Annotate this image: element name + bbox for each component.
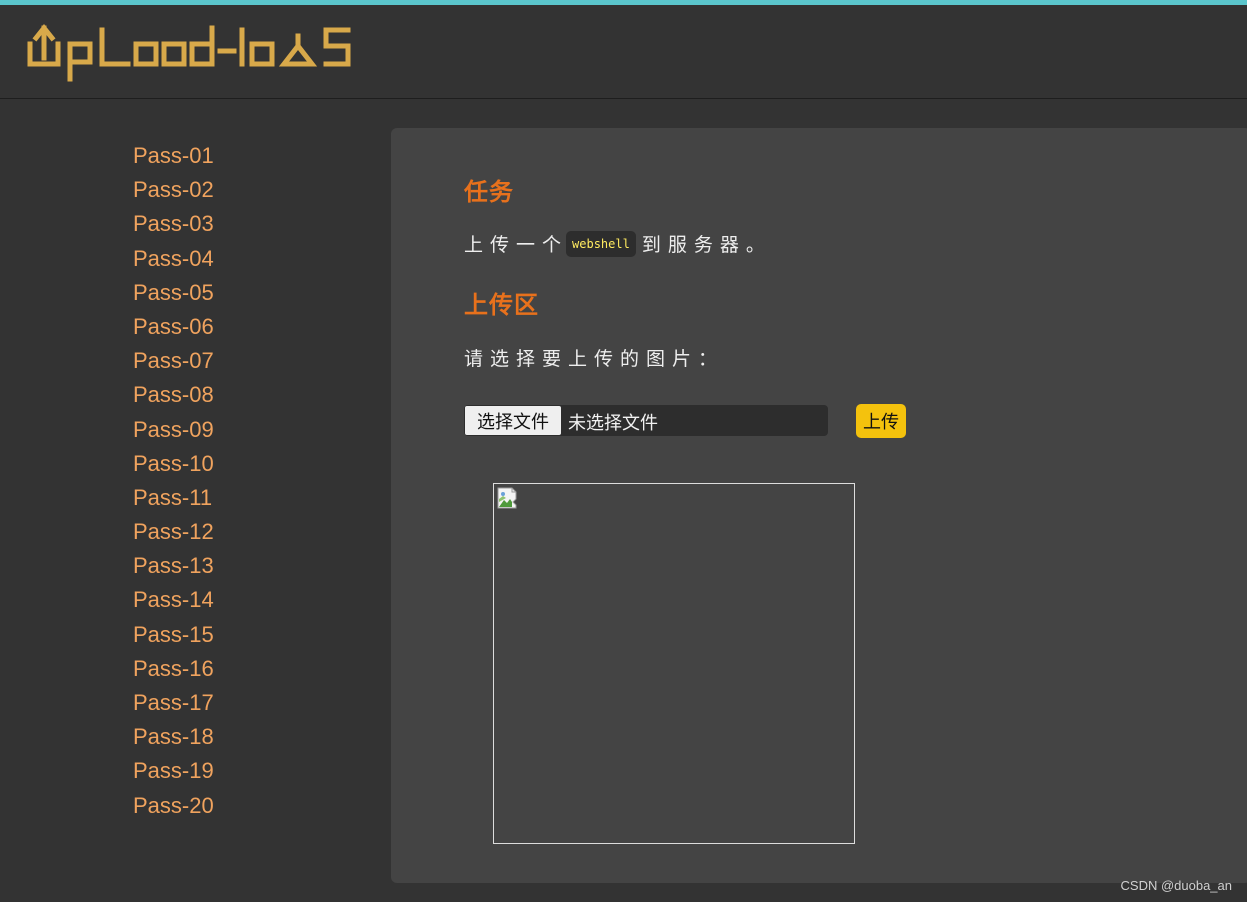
sidebar-item-pass-14[interactable]: Pass-14 xyxy=(133,583,214,617)
task-description: 上传一个 webshell 到服务器。 xyxy=(464,230,772,259)
sidebar-item-pass-04[interactable]: Pass-04 xyxy=(133,242,214,276)
sidebar-item-pass-19[interactable]: Pass-19 xyxy=(133,754,214,788)
sidebar-item-pass-05[interactable]: Pass-05 xyxy=(133,276,214,310)
sidebar-item-pass-11[interactable]: Pass-11 xyxy=(133,481,214,515)
task-title: 任务 xyxy=(464,178,514,206)
sidebar-nav: Pass-01 Pass-02 Pass-03 Pass-04 Pass-05 … xyxy=(133,139,214,823)
sidebar-item-pass-09[interactable]: Pass-09 xyxy=(133,413,214,447)
sidebar-item-pass-07[interactable]: Pass-07 xyxy=(133,344,214,378)
upload-button[interactable]: 上传 xyxy=(856,404,906,438)
sidebar: Pass-01 Pass-02 Pass-03 Pass-04 Pass-05 … xyxy=(0,99,390,902)
logo-wordmark xyxy=(27,23,351,82)
image-preview xyxy=(493,483,855,844)
sidebar-item-pass-03[interactable]: Pass-03 xyxy=(133,207,214,241)
choose-file-button[interactable]: 选择文件 xyxy=(465,406,561,435)
task-text-after: 到服务器。 xyxy=(641,234,772,256)
sidebar-item-pass-08[interactable]: Pass-08 xyxy=(133,378,214,412)
sidebar-item-pass-18[interactable]: Pass-18 xyxy=(133,720,214,754)
sidebar-item-pass-10[interactable]: Pass-10 xyxy=(133,447,214,481)
header xyxy=(0,5,1247,99)
sidebar-item-pass-06[interactable]: Pass-06 xyxy=(133,310,214,344)
sidebar-item-pass-16[interactable]: Pass-16 xyxy=(133,652,214,686)
sidebar-item-pass-01[interactable]: Pass-01 xyxy=(133,139,214,173)
sidebar-item-pass-02[interactable]: Pass-02 xyxy=(133,173,214,207)
sidebar-item-pass-17[interactable]: Pass-17 xyxy=(133,686,214,720)
file-input[interactable]: 选择文件 未选择文件 xyxy=(464,405,828,436)
sidebar-item-pass-13[interactable]: Pass-13 xyxy=(133,549,214,583)
upload-prompt: 请选择要上传的图片： xyxy=(464,348,725,370)
upload-section-title: 上传区 xyxy=(464,291,539,319)
broken-image-icon xyxy=(497,487,521,513)
page: Pass-01 Pass-02 Pass-03 Pass-04 Pass-05 … xyxy=(0,0,1247,902)
sidebar-item-pass-20[interactable]: Pass-20 xyxy=(133,789,214,823)
sidebar-item-pass-12[interactable]: Pass-12 xyxy=(133,515,214,549)
webshell-code: webshell xyxy=(566,230,636,257)
task-text-before: 上传一个 xyxy=(464,234,569,256)
main-content: 任务 上传一个 webshell 到服务器。 上传区 请选择要上传的图片： 选择文件… xyxy=(391,128,1247,883)
sidebar-item-pass-15[interactable]: Pass-15 xyxy=(133,618,214,652)
site-logo[interactable] xyxy=(26,20,356,86)
watermark: CSDN @duoba_an xyxy=(1120,878,1232,893)
file-status-text: 未选择文件 xyxy=(568,413,658,434)
